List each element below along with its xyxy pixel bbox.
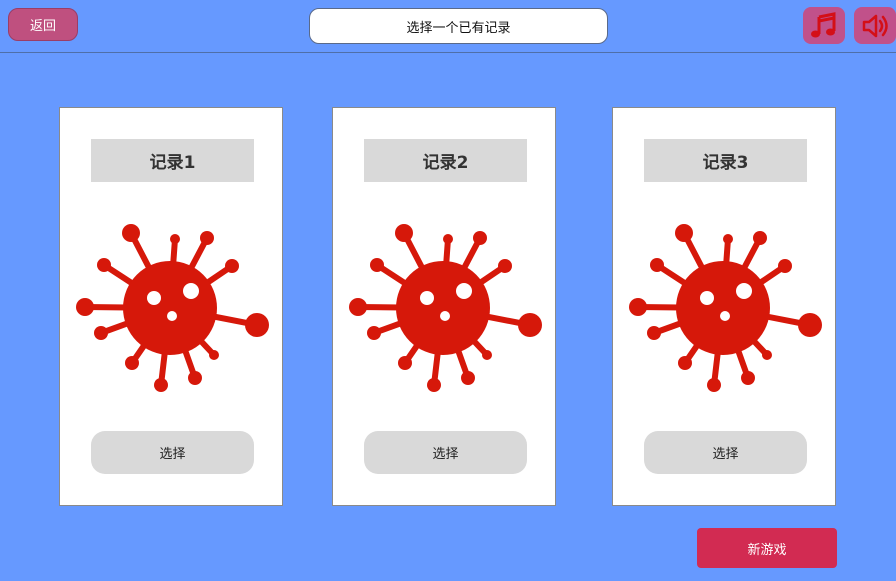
new-game-button[interactable]: 新游戏 bbox=[697, 528, 837, 568]
music-note-icon bbox=[811, 11, 836, 37]
select-record-button[interactable]: 选择 bbox=[364, 431, 527, 474]
select-record-button[interactable]: 选择 bbox=[91, 431, 254, 474]
back-button[interactable]: 返回 bbox=[8, 8, 78, 41]
speaker-icon bbox=[862, 14, 888, 37]
record-card-1: 记录1 选择 bbox=[59, 107, 283, 506]
virus-icon bbox=[629, 224, 822, 392]
music-toggle-button[interactable] bbox=[803, 7, 845, 44]
virus-icon bbox=[349, 224, 542, 392]
sound-toggle-button[interactable] bbox=[854, 7, 896, 44]
select-record-button[interactable]: 选择 bbox=[644, 431, 807, 474]
record-title: 记录3 bbox=[644, 139, 807, 182]
record-title: 记录1 bbox=[91, 139, 254, 182]
virus-icon bbox=[76, 224, 269, 392]
record-title: 记录2 bbox=[364, 139, 527, 182]
top-bar: 返回 选择一个已有记录 bbox=[0, 0, 896, 53]
page-title: 选择一个已有记录 bbox=[309, 8, 608, 44]
record-card-3: 记录3 选择 bbox=[612, 107, 836, 506]
record-card-2: 记录2 选择 bbox=[332, 107, 556, 506]
